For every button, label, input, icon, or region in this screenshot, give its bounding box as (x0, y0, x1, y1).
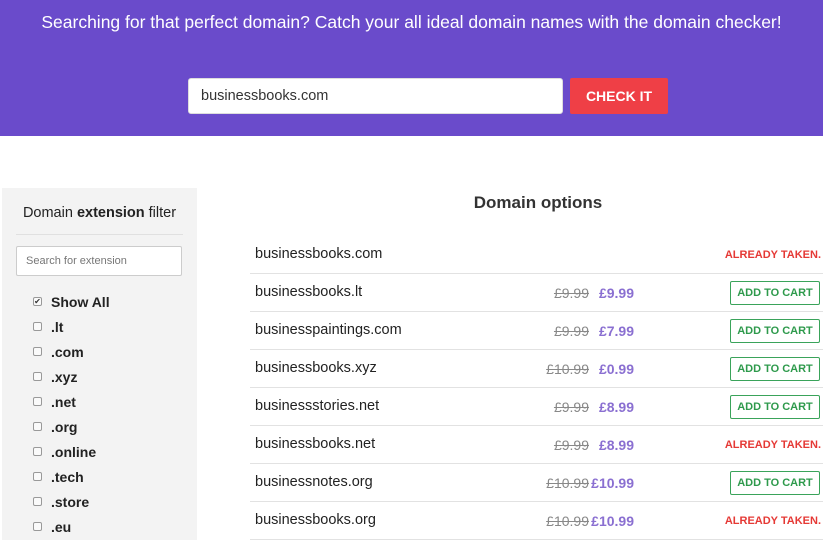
domain-row: businessbooks.com ALREADY TAKEN. (250, 236, 823, 274)
checkbox[interactable] (33, 522, 42, 531)
old-price: £9.99 (553, 285, 589, 301)
filter-item[interactable]: ✔ Show All (33, 289, 110, 314)
sale-price: £10.99 (591, 513, 634, 529)
checkbox[interactable] (33, 472, 42, 481)
filter-label: .eu (51, 518, 72, 535)
sale-price: £0.99 (598, 361, 634, 377)
domain-name: businessbooks.lt (255, 284, 363, 300)
check-it-button[interactable]: CHECK IT (570, 78, 668, 114)
domain-search-input[interactable] (188, 78, 563, 114)
checkbox[interactable] (33, 372, 42, 381)
sale-price: £8.99 (598, 437, 634, 453)
filter-label: .net (51, 393, 76, 410)
add-to-cart-button[interactable]: ADD TO CART (730, 357, 820, 381)
domain-name: businessnotes.org (255, 474, 373, 490)
already-taken-label: ALREADY TAKEN. (724, 439, 821, 451)
filter-label: .store (51, 493, 90, 510)
checkbox[interactable] (33, 322, 42, 331)
hero-banner: Searching for that perfect domain? Catch… (0, 0, 823, 136)
filter-item[interactable]: .com (33, 339, 110, 364)
sale-price: £7.99 (598, 323, 634, 339)
checkbox[interactable] (33, 447, 42, 456)
domain-row: businessbooks.lt £9.99 £9.99 ADD TO CART (250, 274, 823, 312)
sale-price: £9.99 (598, 285, 634, 301)
old-price: £9.99 (553, 323, 589, 339)
sale-price: £8.99 (598, 399, 634, 415)
filter-label: .com (51, 343, 84, 360)
filter-item[interactable]: .lt (33, 314, 110, 339)
checkbox[interactable] (33, 497, 42, 506)
filter-label: .online (51, 443, 97, 460)
filter-item[interactable]: .net (33, 389, 110, 414)
old-price: £10.99 (546, 361, 589, 377)
old-price: £10.99 (546, 513, 589, 529)
filter-label: .org (51, 418, 78, 435)
add-to-cart-button[interactable]: ADD TO CART (730, 471, 820, 495)
already-taken-label: ALREADY TAKEN. (724, 515, 821, 527)
sale-price: £10.99 (591, 475, 634, 491)
domain-name: businessbooks.org (255, 512, 376, 528)
add-to-cart-button[interactable]: ADD TO CART (730, 281, 820, 305)
add-to-cart-button[interactable]: ADD TO CART (730, 319, 820, 343)
filter-label: Show All (51, 293, 110, 310)
filter-item[interactable]: .org (33, 414, 110, 439)
old-price: £9.99 (553, 399, 589, 415)
checkbox-checked[interactable]: ✔ (33, 297, 42, 306)
domain-row: businesspaintings.com £9.99 £7.99 ADD TO CA… (250, 312, 823, 350)
domain-row: businessbooks.xyz £10.99 £0.99 ADD TO CART (250, 350, 823, 388)
domain-row: businessnotes.org £10.99 £10.99 ADD TO CART (250, 464, 823, 502)
divider (16, 234, 183, 235)
checkbox[interactable] (33, 347, 42, 356)
checkbox[interactable] (33, 422, 42, 431)
checkbox[interactable] (33, 397, 42, 406)
domain-row: businessstories.net £9.99 £8.99 ADD TO CART (250, 388, 823, 426)
add-to-cart-button[interactable]: ADD TO CART (730, 395, 820, 419)
domain-options-table: businessbooks.com ALREADY TAKEN. businessb… (250, 236, 823, 540)
filter-label: .tech (51, 468, 84, 485)
domain-name: businesspaintings.com (255, 322, 402, 338)
extension-search-input[interactable] (16, 246, 182, 276)
filter-item[interactable]: .xyz (33, 364, 110, 389)
hero-headline: Searching for that perfect domain? Catch… (41, 12, 782, 32)
domain-name: businessbooks.net (255, 436, 376, 452)
filter-item[interactable]: .tech (33, 464, 110, 489)
extension-filter-panel: Domain extension filter ✔Show All.lt.com… (2, 188, 197, 540)
domain-options-title: Domain options (473, 193, 603, 212)
domain-name: businessbooks.xyz (255, 360, 377, 376)
domain-name: businessbooks.com (255, 246, 383, 262)
filter-label: .lt (51, 318, 64, 335)
old-price: £9.99 (553, 437, 589, 453)
already-taken-label: ALREADY TAKEN. (724, 249, 821, 261)
domain-row: businessbooks.net £9.99 £8.99 ALREADY TAKEN… (250, 426, 823, 464)
domain-name: businessstories.net (255, 398, 380, 414)
filter-label: .xyz (51, 368, 78, 385)
filter-item[interactable]: .eu (33, 514, 110, 539)
filter-item[interactable]: .store (33, 489, 110, 514)
extension-filter-list: ✔ Show All .lt .com .xyz .net .org .online .tech… (33, 289, 110, 539)
filter-item[interactable]: .online (33, 439, 110, 464)
old-price: £10.99 (546, 475, 589, 491)
domain-row: businessbooks.org £10.99 £10.99 ALREADY TAK… (250, 502, 823, 540)
